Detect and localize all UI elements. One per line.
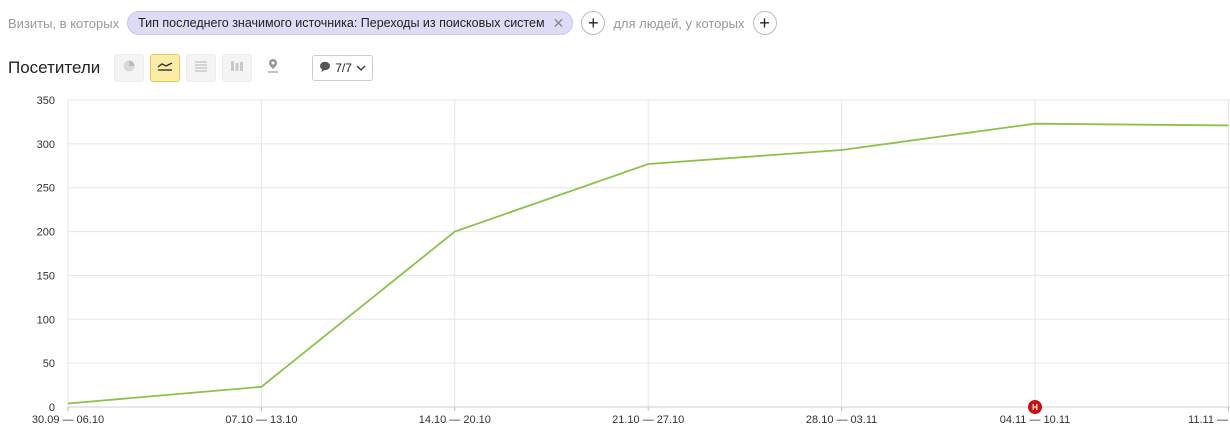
y-tick-label: 300	[37, 139, 55, 151]
add-visit-filter-button[interactable]: +	[581, 11, 606, 35]
x-tick-label: 07.10 — 13.10	[225, 414, 297, 426]
x-tick-label: 21.10 — 27.10	[612, 414, 684, 426]
map-button[interactable]	[258, 54, 288, 82]
chart-toolbar: Посетители 7/7	[8, 54, 373, 82]
y-tick-label: 350	[37, 95, 55, 107]
y-tick-label: 0	[49, 402, 55, 414]
plus-icon: +	[588, 12, 599, 33]
pie-chart-icon	[122, 59, 136, 78]
x-tick-label: 14.10 — 20.10	[419, 414, 491, 426]
annotation-label: Н	[1032, 403, 1038, 412]
x-tick-label: 11.11 —	[1188, 414, 1228, 426]
line-chart-icon	[157, 59, 173, 78]
y-tick-label: 150	[37, 270, 55, 282]
visitors-line-chart: 0 50 100 150 200 250 300 350 30.09 — 06.10 07.10 …	[32, 95, 1230, 426]
bar-chart-button[interactable]	[222, 54, 253, 82]
chevron-down-icon	[356, 61, 366, 75]
source-filter-chip[interactable]: Тип последнего значимого источника: Пере…	[127, 11, 574, 35]
y-tick-label: 100	[37, 314, 55, 326]
x-tick-label: 28.10 — 03.11	[806, 414, 877, 426]
comment-icon	[319, 61, 331, 76]
close-icon[interactable]: ✕	[553, 16, 565, 30]
add-people-filter-button[interactable]: +	[752, 11, 777, 35]
area-chart-icon	[194, 59, 208, 78]
y-tick-label: 50	[43, 358, 55, 370]
chart-title: Посетители	[8, 58, 101, 77]
map-pin-icon	[266, 58, 280, 79]
area-chart-button[interactable]	[186, 54, 217, 82]
series-select-dropdown[interactable]: 7/7	[312, 55, 373, 81]
bar-chart-icon	[230, 59, 244, 78]
line-chart-button[interactable]	[150, 54, 181, 82]
people-filter-label: для людей, у которых	[613, 15, 745, 31]
source-filter-text: Тип последнего значимого источника: Пере…	[138, 16, 545, 30]
pie-chart-button[interactable]	[114, 54, 145, 82]
x-tick-label: 30.09 — 06.10	[32, 414, 104, 426]
series-count: 7/7	[335, 61, 352, 75]
y-tick-label: 250	[37, 183, 55, 195]
x-tick-label: 04.11 — 10.11	[1000, 414, 1071, 426]
y-tick-label: 200	[37, 227, 55, 239]
filter-bar: Визиты, в которых Тип последнего значимо…	[0, 10, 777, 36]
plus-icon: +	[759, 12, 770, 33]
visits-filter-label: Визиты, в которых	[8, 15, 120, 31]
